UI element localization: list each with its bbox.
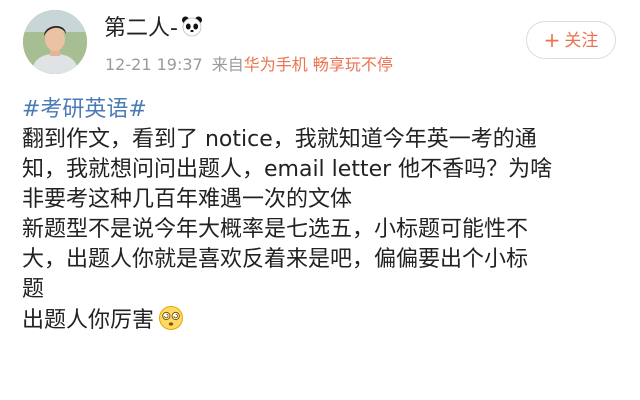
source-prefix: 来自 <box>211 55 244 74</box>
follow-button-label: 关注 <box>564 31 599 51</box>
weibo-post: 第二人- 12-21 19:37 来自华为手机 畅享玩不停 + 关注 #考研英语#… <box>0 0 640 400</box>
post-content: #考研英语# 翻到作文，看到了 notice，我就知道今年英一考的通 知，我就想… <box>22 95 628 335</box>
post-meta: 12-21 19:37 来自华为手机 畅享玩不停 <box>105 54 393 76</box>
content-line: 大，出题人你就是喜欢反着来是吧，偏偏要出个小标 <box>22 247 529 272</box>
author-name[interactable]: 第二人- <box>104 14 204 47</box>
post-time: 12-21 19:37 <box>105 55 203 74</box>
follow-button[interactable]: + 关注 <box>526 21 616 59</box>
content-line: 非要考这种几百年难遇一次的文体 <box>22 187 353 212</box>
dizzy-face-emoji <box>158 305 184 340</box>
author-name-text[interactable]: 第二人- <box>104 16 178 41</box>
content-line: 知，我就想问问出题人，email letter 他不香吗？为啥 <box>22 157 553 182</box>
source-device-link[interactable]: 华为手机 畅享玩不停 <box>244 55 393 74</box>
hashtag-link[interactable]: #考研英语# <box>22 97 147 122</box>
plus-icon: + <box>543 28 561 52</box>
content-line: 题 <box>22 277 45 302</box>
panda-face-emoji <box>180 14 204 47</box>
content-line: 翻到作文，看到了 notice，我就知道今年英一考的通 <box>22 127 537 152</box>
content-line: 出题人你厉害 <box>22 308 155 333</box>
content-line: 新题型不是说今年大概率是七选五，小标题可能性不 <box>22 217 529 242</box>
avatar[interactable] <box>23 10 87 74</box>
